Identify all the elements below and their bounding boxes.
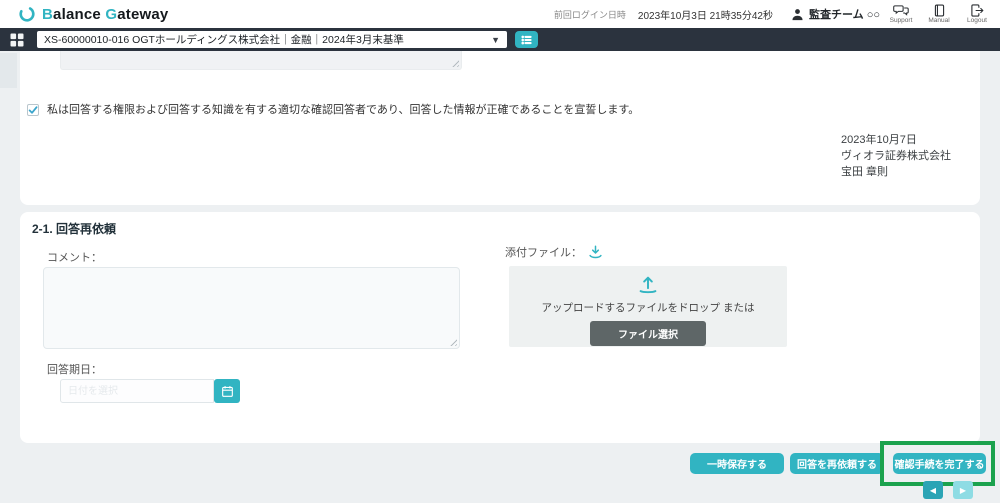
file-dropzone[interactable]: アップロードするファイルをドロップ または ファイル選択 (509, 266, 787, 347)
manual-book-icon (933, 4, 946, 17)
declaration-checkbox[interactable] (27, 104, 39, 116)
logout-label: Logout (967, 18, 987, 25)
declaration-text: 私は回答する権限および回答する知識を有する適切な確認回答者であり、回答した情報が… (47, 104, 639, 117)
user-name: 監査チーム ○○ (809, 6, 880, 22)
app-header: Balance Gateway 前回ログイン日時 2023年10月3日 21時3… (0, 0, 1000, 28)
brand-title: Balance Gateway (42, 6, 168, 23)
selector-bar: XS-60000010-016 OGTホールディングス株式会社｜金融｜2024年… (0, 28, 1000, 51)
dropzone-text: アップロードするファイルをドロップ または (542, 300, 755, 315)
resize-grip-icon[interactable] (450, 58, 459, 67)
comment-textarea[interactable] (43, 267, 460, 349)
calendar-icon (221, 385, 234, 398)
support-chat-icon (893, 4, 909, 17)
declaration-card: 私は回答する権限および回答する知識を有する適切な確認回答者であり、回答した情報が… (20, 51, 980, 205)
user-icon (791, 8, 804, 21)
support-button[interactable]: Support (884, 4, 918, 25)
logout-button[interactable]: Logout (960, 4, 994, 25)
rerequest-answer-button[interactable]: 回答を再依頼する (790, 453, 884, 474)
last-login-value: 2023年10月3日 21時35分42秒 (638, 7, 773, 22)
arrow-right-icon: ▶ (960, 486, 966, 495)
engagement-selector[interactable]: XS-60000010-016 OGTホールディングス株式会社｜金融｜2024年… (37, 31, 507, 48)
section-title: 2-1. 回答再依頼 (32, 220, 116, 237)
manual-label: Manual (928, 18, 949, 25)
prev-page-button[interactable]: ◀ (923, 481, 943, 499)
signature-person: 宝田 章則 (841, 164, 951, 180)
annotation-highlight-box: 確認手続を完了する (880, 441, 995, 486)
calendar-button[interactable] (214, 379, 240, 403)
checkmark-icon (28, 105, 38, 115)
page: Balance Gateway 前回ログイン日時 2023年10月3日 21時3… (0, 0, 1000, 503)
header-right: 前回ログイン日時 2023年10月3日 21時35分42秒 監査チーム ○○ S… (554, 0, 994, 28)
file-select-button[interactable]: ファイル選択 (590, 321, 706, 346)
last-login-label: 前回ログイン日時 (554, 8, 626, 21)
signature-date: 2023年10月7日 (841, 132, 951, 148)
left-gutter-strip (0, 53, 17, 88)
signature-company: ヴィオラ証券株式会社 (841, 148, 951, 164)
engagement-selector-value: XS-60000010-016 OGTホールディングス株式会社｜金融｜2024年… (44, 32, 487, 47)
manual-button[interactable]: Manual (922, 4, 956, 25)
logout-door-icon (970, 4, 984, 17)
arrow-left-icon: ◀ (930, 486, 936, 495)
brand: Balance Gateway (18, 5, 168, 23)
apps-grid-icon[interactable] (10, 33, 24, 47)
user-chip: 監査チーム ○○ (791, 6, 880, 22)
deadline-label: 回答期日： (47, 361, 102, 377)
attachment-label-row: 添付ファイル： (505, 244, 604, 260)
attachment-label: 添付ファイル： (505, 244, 582, 260)
brand-logo-icon (18, 5, 36, 23)
download-icon[interactable] (587, 244, 604, 260)
list-button[interactable] (515, 31, 538, 48)
list-icon (520, 34, 533, 46)
deadline-input[interactable] (60, 379, 214, 403)
upload-icon (637, 273, 659, 295)
rerequest-card: 2-1. 回答再依頼 コメント： 回答期日： 添付ファイル： アップロードするフ… (20, 212, 980, 443)
resize-grip-icon[interactable] (448, 337, 457, 346)
next-page-button[interactable]: ▶ (953, 481, 973, 499)
chevron-down-icon: ▼ (491, 35, 500, 45)
save-draft-button[interactable]: 一時保存する (690, 453, 784, 474)
signature-block: 2023年10月7日 ヴィオラ証券株式会社 宝田 章則 (841, 132, 951, 180)
comment-label: コメント： (47, 249, 102, 265)
declaration-row: 私は回答する権限および回答する知識を有する適切な確認回答者であり、回答した情報が… (27, 104, 639, 117)
complete-confirmation-button[interactable]: 確認手続を完了する (893, 453, 986, 474)
previous-answer-textarea[interactable] (60, 51, 462, 70)
support-label: Support (890, 18, 913, 25)
